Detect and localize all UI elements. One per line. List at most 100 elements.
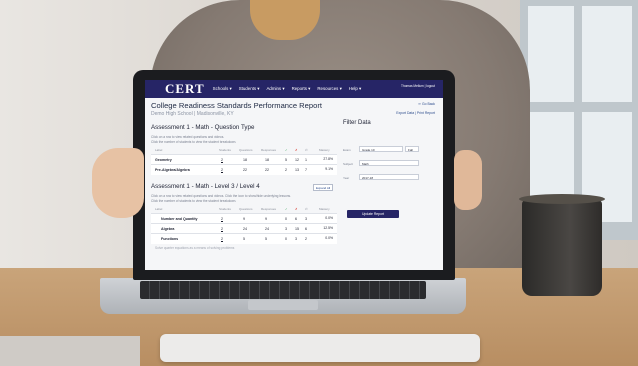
col-skipped-icon: ∅: [305, 207, 308, 211]
mastery-value: 27.8%: [323, 157, 333, 161]
laptop-lid: CERT Schools ▾ Students ▾ Admins ▾ Repor…: [133, 70, 455, 280]
page-title: College Readiness Standards Performance …: [151, 101, 322, 110]
subject-label: Subject: [343, 162, 354, 166]
col-mastery: Mastery: [319, 207, 330, 211]
desk-pad: [0, 336, 140, 366]
responses-count: 24: [265, 227, 269, 231]
nav-help[interactable]: Help ▾: [349, 86, 361, 92]
row-label: Functions: [161, 237, 179, 241]
nav-reports[interactable]: Reports ▾: [292, 86, 311, 92]
row-label: Pre-Algebra/Algebra: [155, 168, 190, 172]
students-count-link[interactable]: 2: [221, 158, 223, 162]
col-skipped-icon: ∅: [305, 148, 308, 152]
section1-help-1: Click on a row to view related questions…: [151, 135, 225, 139]
filter-panel: Filter Data Exam Grade 10 Fall Subject M…: [341, 120, 437, 270]
col-questions: Questions: [239, 207, 253, 211]
exam-label: Exam: [343, 148, 351, 152]
mastery-value: 0.0%: [325, 216, 333, 220]
col-responses: Responses: [261, 148, 277, 152]
students-count-link[interactable]: 2: [221, 227, 223, 231]
col-incorrect-icon: ✗: [295, 207, 298, 211]
col-correct-icon: ✓: [285, 148, 288, 152]
responses-count: 18: [265, 158, 269, 162]
correct-count: 2: [285, 168, 287, 172]
nav-students[interactable]: Students ▾: [239, 86, 260, 92]
students-count-link[interactable]: 2: [221, 217, 223, 221]
term-select[interactable]: Fall: [405, 146, 419, 152]
incorrect-count: 12: [295, 158, 299, 162]
right-hand: [454, 150, 482, 210]
incorrect-count: 6: [295, 217, 297, 221]
cert-logo[interactable]: CERT: [165, 81, 205, 97]
skipped-count: 1: [305, 158, 307, 162]
col-incorrect-icon: ✗: [295, 148, 298, 152]
col-label: Label: [155, 207, 163, 211]
skipped-count: 7: [305, 168, 307, 172]
table-row[interactable]: Pre-Algebra/Algebra 2 22 22 2 13 7 9.1%: [151, 164, 337, 175]
responses-count: 9: [265, 217, 267, 221]
export-print-links[interactable]: Export Data | Print Report: [396, 111, 435, 115]
laptop-trackpad: [248, 300, 318, 310]
section2-help-1: Click on a row to view related questions…: [151, 194, 291, 198]
nav-schools[interactable]: Schools ▾: [213, 86, 232, 92]
col-correct-icon: ✓: [285, 207, 288, 211]
questions-count: 22: [243, 168, 247, 172]
skipped-count: 2: [305, 237, 307, 241]
keyboard-device: [160, 334, 480, 362]
students-count-link[interactable]: 2: [221, 168, 223, 172]
students-count-link[interactable]: 2: [221, 237, 223, 241]
col-questions: Questions: [239, 148, 253, 152]
section2-help-2: Click the number of students to view the…: [151, 199, 237, 203]
exam-select[interactable]: Grade 10: [359, 146, 403, 152]
correct-count: 0: [285, 217, 287, 221]
user-logout-link[interactable]: Thomas Mellum | logout: [401, 84, 435, 88]
mastery-value: 0.0%: [325, 236, 333, 240]
mastery-value: 9.1%: [325, 167, 333, 171]
nav-resources[interactable]: Resources ▾: [317, 86, 341, 92]
coffee-cup: [519, 194, 605, 296]
questions-count: 18: [243, 158, 247, 162]
col-label: Label: [155, 148, 163, 152]
mastery-value: 12.5%: [323, 226, 333, 230]
col-responses: Responses: [261, 207, 277, 211]
section-title-question-type: Assessment 1 - Math - Question Type: [151, 124, 255, 131]
incorrect-count: 3: [295, 237, 297, 241]
subject-select[interactable]: Math: [359, 160, 419, 166]
laptop-base: [100, 278, 466, 314]
responses-count: 5: [265, 237, 267, 241]
skipped-count: 3: [305, 217, 307, 221]
correct-count: 5: [285, 158, 287, 162]
nav-admins[interactable]: Admins ▾: [266, 86, 284, 92]
questions-count: 24: [243, 227, 247, 231]
col-students: Students: [219, 148, 231, 152]
section1-help-2: Click the number of students to view the…: [151, 140, 237, 144]
row-label: Number and Quantity: [161, 217, 198, 221]
questions-count: 9: [243, 217, 245, 221]
filter-title: Filter Data: [343, 120, 371, 126]
laptop-screen: CERT Schools ▾ Students ▾ Admins ▾ Repor…: [145, 80, 443, 270]
correct-count: 0: [285, 237, 287, 241]
year-select[interactable]: 2017-18: [359, 174, 419, 180]
laptop-keyboard: [140, 281, 426, 299]
table-row[interactable]: Functions 2 5 5 0 3 2 0.0%: [151, 233, 337, 244]
section-title-levels: Assessment 1 - Math - Level 3 / Level 4: [151, 183, 260, 190]
year-label: Year: [343, 176, 350, 180]
col-mastery: Mastery: [319, 148, 330, 152]
correct-count: 3: [285, 227, 287, 231]
row-label: Algebra: [161, 227, 175, 231]
responses-count: 22: [265, 168, 269, 172]
go-back-link[interactable]: ⇐ Go Back: [418, 102, 435, 106]
skipped-count: 6: [305, 227, 307, 231]
left-hand: [92, 148, 144, 218]
update-report-button[interactable]: Update Report: [347, 210, 399, 218]
top-nav-bar: CERT Schools ▾ Students ▾ Admins ▾ Repor…: [145, 80, 443, 98]
photo-scene: CERT Schools ▾ Students ▾ Admins ▾ Repor…: [0, 0, 638, 366]
main-menu: Schools ▾ Students ▾ Admins ▾ Reports ▾ …: [213, 86, 369, 92]
school-subtitle: Demo High School | Madisonville, KY: [151, 111, 234, 117]
questions-count: 5: [243, 237, 245, 241]
expand-all-button[interactable]: Expand All: [313, 184, 334, 191]
partial-lesson-row[interactable]: Solve quarter equations as a means of so…: [155, 246, 234, 250]
col-students: Students: [219, 207, 231, 211]
incorrect-count: 13: [295, 168, 299, 172]
row-label: Geometry: [155, 158, 172, 162]
